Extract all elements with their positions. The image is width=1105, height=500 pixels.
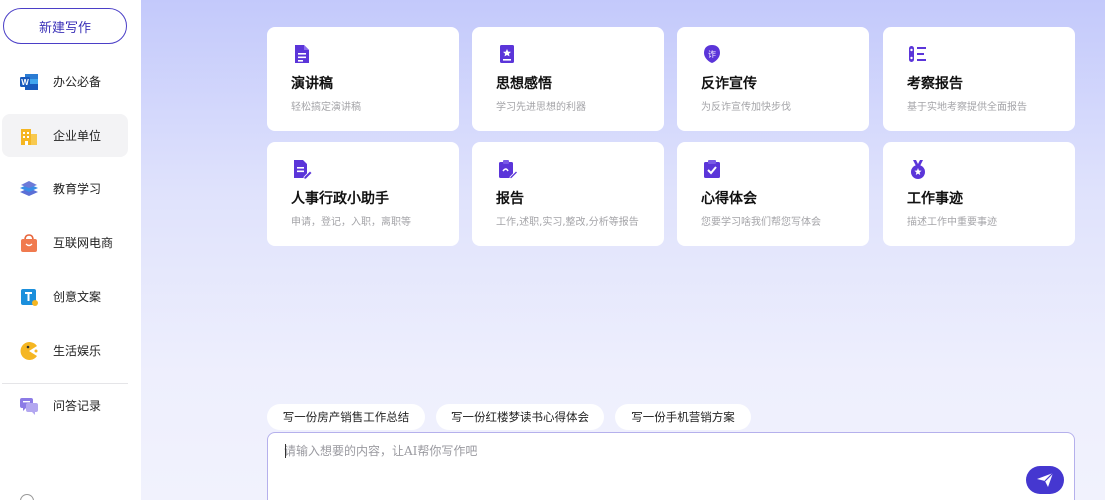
sidebar-item-office[interactable]: W 办公必备: [2, 60, 128, 103]
clipboard-check-icon: [701, 158, 723, 180]
sidebar-item-education[interactable]: 教育学习: [2, 167, 128, 210]
suggestion-chip[interactable]: 写一份红楼梦读书心得体会: [436, 404, 604, 430]
sidebar-item-label: 教育学习: [53, 182, 102, 196]
card-description: 学习先进思想的利器: [496, 102, 586, 113]
card-title: 演讲稿: [291, 76, 333, 92]
card-title: 思想感悟: [496, 76, 552, 92]
template-card-report[interactable]: 报告 工作,述职,实习,整改,分析等报告: [472, 142, 664, 246]
books-icon: [18, 178, 40, 200]
card-description: 轻松搞定演讲稿: [291, 102, 361, 113]
card-description: 工作,述职,实习,整改,分析等报告: [496, 217, 639, 228]
card-description: 您要学习啥我们帮您写体会: [701, 217, 821, 228]
bookmark-star-icon: [496, 43, 518, 65]
template-card-anti-fraud[interactable]: 诈 反诈宣传 为反诈宣传加快步伐: [677, 27, 869, 131]
sidebar-item-label: 互联网电商: [53, 236, 114, 250]
user-avatar-partial[interactable]: [20, 494, 34, 500]
list-report-icon: [907, 43, 929, 65]
paper-plane-icon: [1036, 472, 1054, 488]
sidebar-item-history[interactable]: 问答记录: [2, 384, 128, 427]
sidebar-item-label: 办公必备: [53, 75, 102, 89]
card-description: 申请，登记，入职，离职等: [291, 217, 411, 228]
sidebar: 新建写作 W 办公必备 企业单位 教育学习 互联网电商 创意文案 生活娱乐 问答…: [0, 0, 141, 500]
sidebar-item-label: 企业单位: [53, 129, 102, 143]
document-icon: [291, 43, 313, 65]
text-t-icon: [18, 286, 40, 308]
prompt-input[interactable]: [284, 442, 1024, 492]
card-title: 工作事迹: [907, 191, 963, 207]
word-doc-icon: W: [18, 71, 40, 93]
svg-text:诈: 诈: [708, 49, 716, 59]
card-description: 为反诈宣传加快步伐: [701, 102, 791, 113]
card-description: 基于实地考察提供全面报告: [907, 102, 1027, 113]
sidebar-item-life[interactable]: 生活娱乐: [2, 329, 128, 372]
svg-text:W: W: [21, 78, 29, 87]
sidebar-item-label: 生活娱乐: [53, 344, 102, 358]
template-card-experience[interactable]: 心得体会 您要学习啥我们帮您写体会: [677, 142, 869, 246]
card-title: 报告: [496, 191, 524, 207]
suggestion-chip[interactable]: 写一份房产销售工作总结: [267, 404, 425, 430]
shopping-bag-icon: [18, 232, 40, 254]
building-icon: [18, 125, 40, 147]
sidebar-item-enterprise[interactable]: 企业单位: [2, 114, 128, 157]
suggestion-chip[interactable]: 写一份手机营销方案: [615, 404, 751, 430]
medal-icon: [907, 158, 929, 180]
card-title: 反诈宣传: [701, 76, 757, 92]
template-card-thoughts[interactable]: 思想感悟 学习先进思想的利器: [472, 27, 664, 131]
new-writing-button[interactable]: 新建写作: [3, 8, 127, 44]
card-title: 心得体会: [701, 191, 757, 207]
prompt-input-box: [267, 432, 1075, 500]
sidebar-item-label: 问答记录: [53, 399, 102, 413]
template-card-speech[interactable]: 演讲稿 轻松搞定演讲稿: [267, 27, 459, 131]
card-title: 考察报告: [907, 76, 963, 92]
text-caret: [285, 444, 286, 458]
anti-fraud-shield-icon: 诈: [701, 43, 723, 65]
sidebar-item-ecommerce[interactable]: 互联网电商: [2, 221, 128, 264]
edit-document-icon: [291, 158, 313, 180]
card-description: 描述工作中重要事迹: [907, 217, 997, 228]
sidebar-item-creative[interactable]: 创意文案: [2, 275, 128, 318]
main-content: 演讲稿 轻松搞定演讲稿 思想感悟 学习先进思想的利器 诈 反诈宣传 为反诈宣传加…: [141, 0, 1105, 500]
template-card-work-deeds[interactable]: 工作事迹 描述工作中重要事迹: [883, 142, 1075, 246]
sidebar-item-label: 创意文案: [53, 290, 102, 304]
template-card-inspection-report[interactable]: 考察报告 基于实地考察提供全面报告: [883, 27, 1075, 131]
clipboard-edit-icon: [496, 158, 519, 180]
chat-bubbles-icon: [18, 395, 40, 417]
send-button[interactable]: [1026, 466, 1064, 494]
card-title: 人事行政小助手: [291, 191, 389, 207]
template-card-hr-assistant[interactable]: 人事行政小助手 申请，登记，入职，离职等: [267, 142, 459, 246]
pacman-icon: [18, 340, 40, 362]
